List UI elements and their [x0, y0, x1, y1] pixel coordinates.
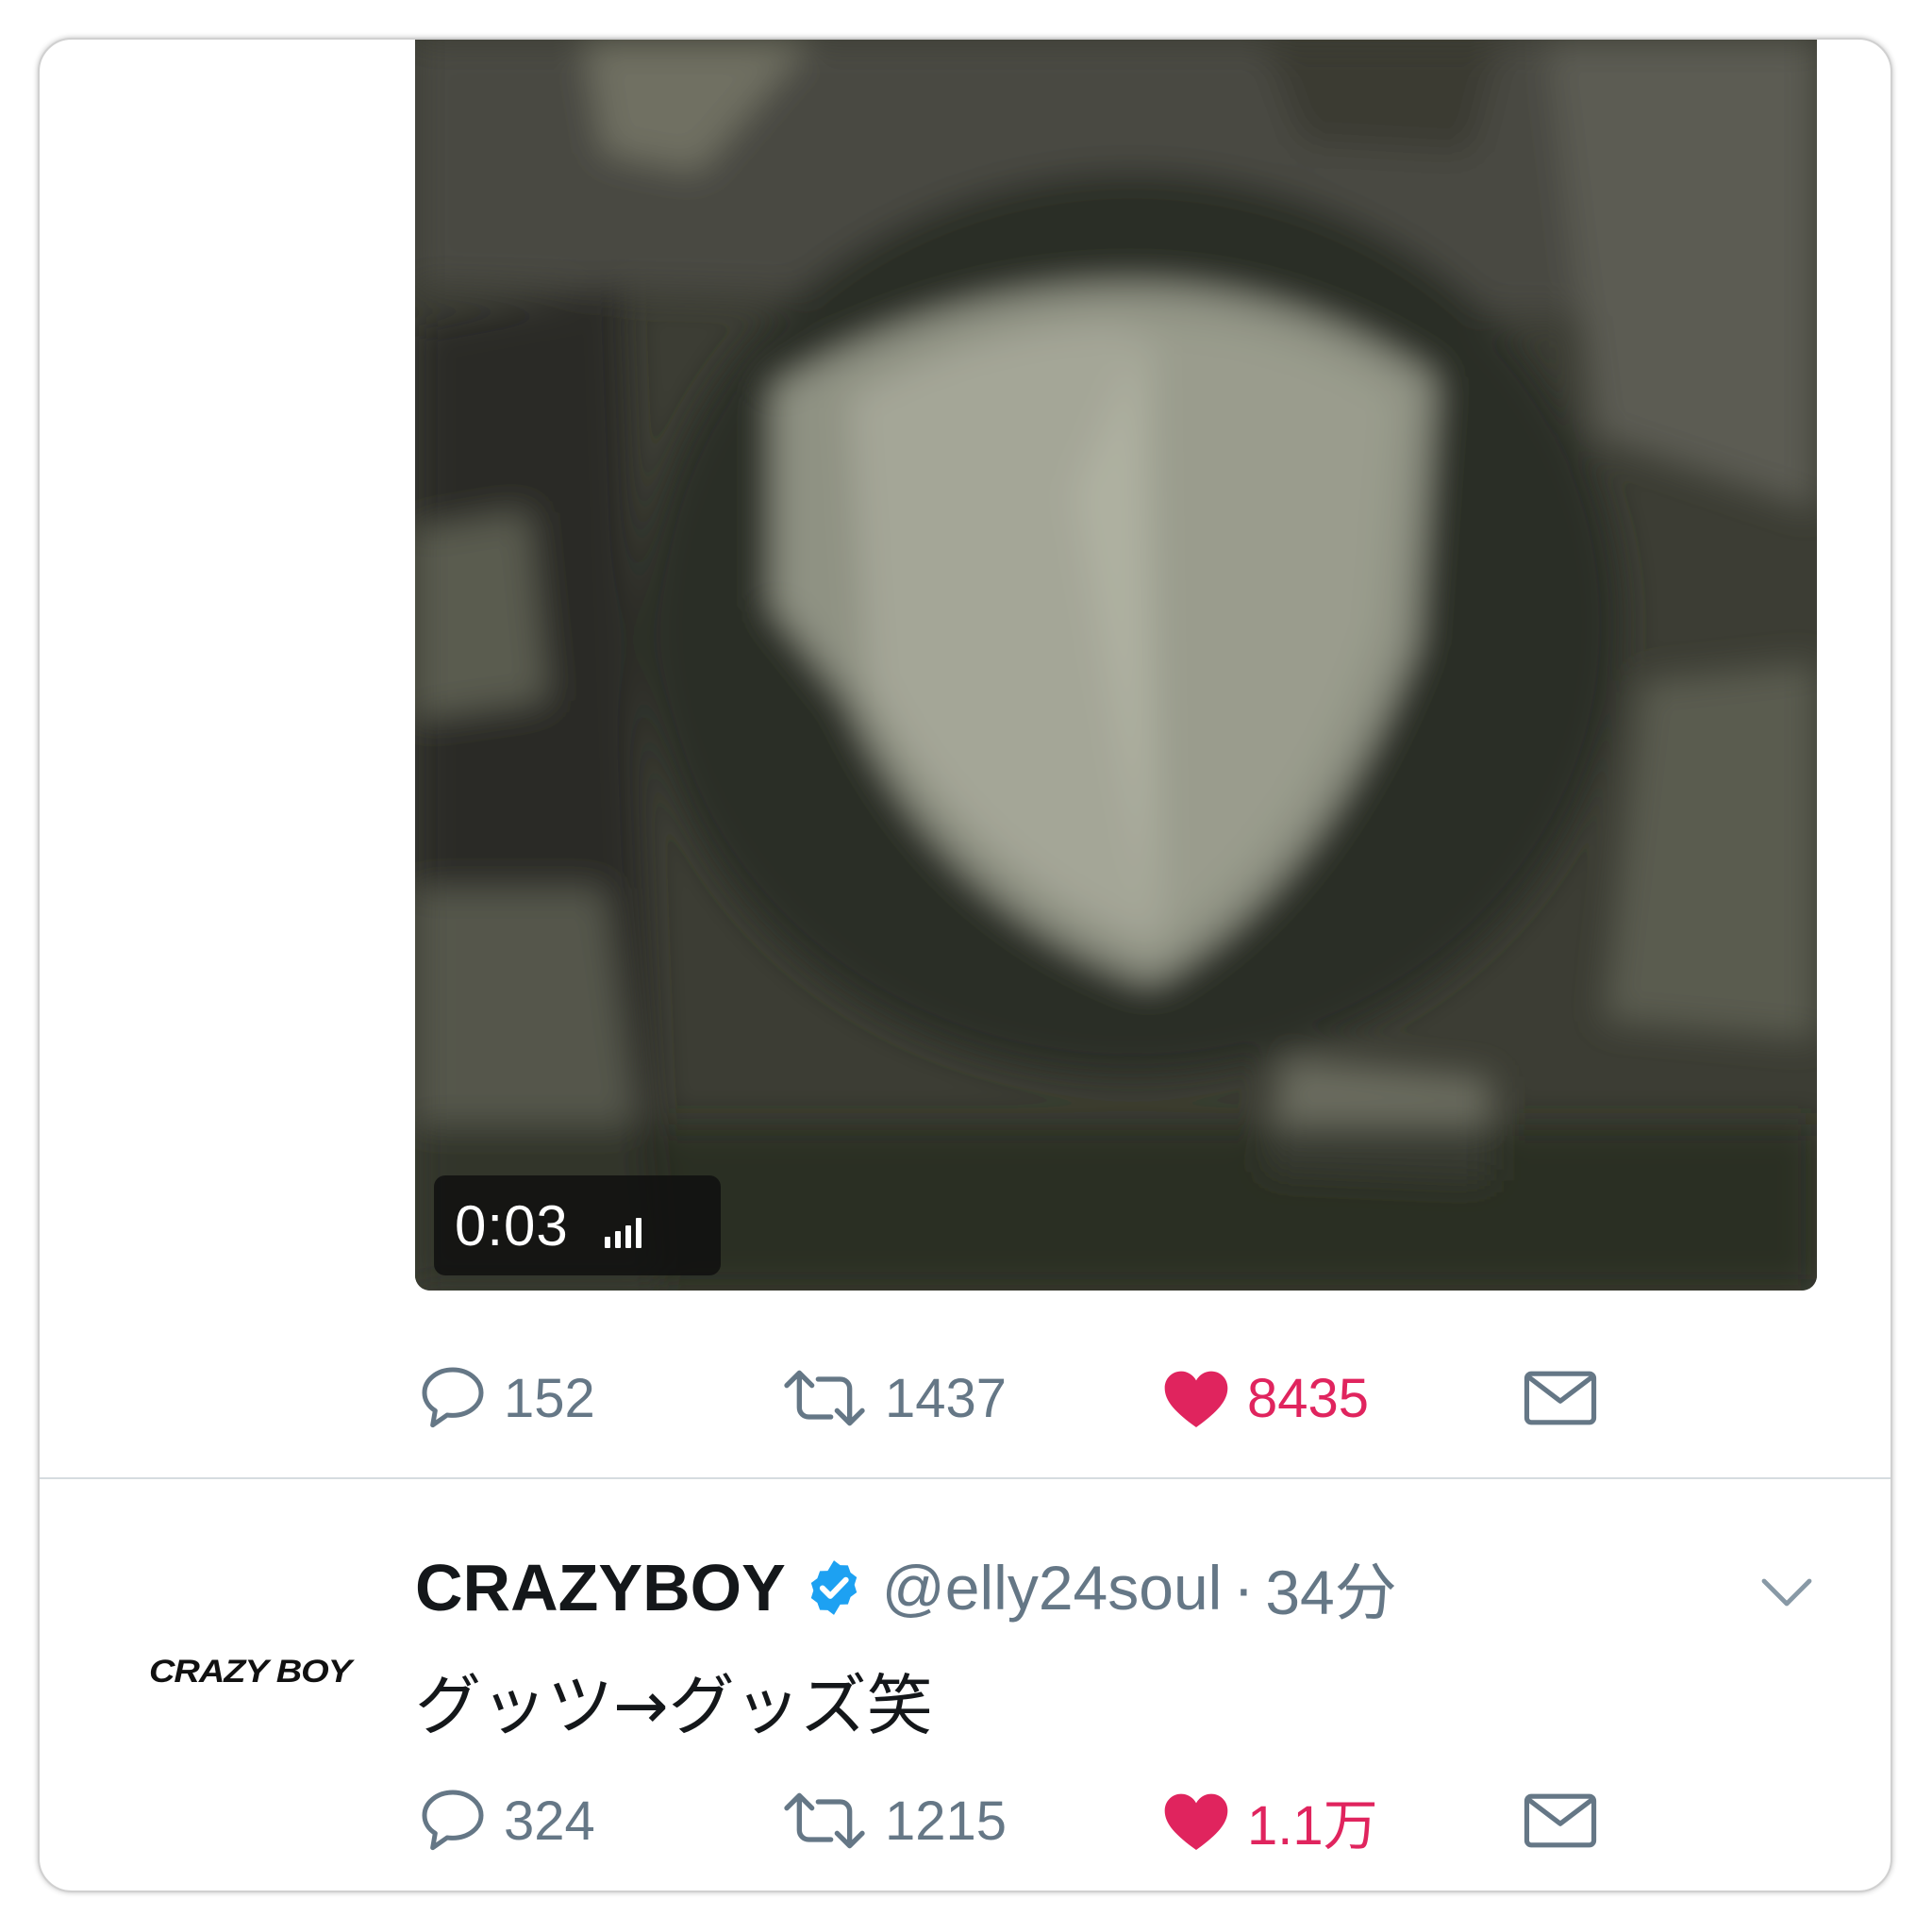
avatar[interactable]: CRAZY BOY	[123, 1643, 377, 1700]
like-count: 8435	[1247, 1367, 1370, 1429]
reply-count: 324	[504, 1790, 595, 1852]
retweet-button[interactable]: 1215	[777, 1778, 1007, 1863]
retweet-count: 1215	[885, 1790, 1008, 1852]
direct-message-button[interactable]	[1521, 1778, 1600, 1863]
heart-icon	[1164, 1371, 1228, 1427]
tweet-header: CRAZYBOY @elly24soul · 34分	[415, 1545, 1397, 1630]
reply-icon	[422, 1367, 484, 1428]
mail-icon	[1524, 1793, 1597, 1848]
tweet-divider	[40, 1477, 1890, 1479]
like-count: 1.1万	[1247, 1795, 1378, 1857]
tweet-timestamp[interactable]: 34分	[1265, 1542, 1396, 1633]
video-time: 0:03	[455, 1193, 569, 1257]
verified-badge-icon	[810, 1560, 857, 1615]
reply-count: 152	[504, 1367, 595, 1429]
retweet-button[interactable]: 1437	[777, 1356, 1007, 1441]
chevron-down-icon[interactable]	[1758, 1574, 1815, 1611]
timeline-card: 0:03 152 1437 8435 CRAZY BOY CRAZYBOY @e…	[38, 38, 1892, 1892]
reply-button[interactable]: 324	[415, 1778, 595, 1863]
mail-icon	[1524, 1371, 1597, 1425]
retweet-icon	[784, 1792, 865, 1849]
retweet-count: 1437	[885, 1367, 1008, 1429]
reply-button[interactable]: 152	[415, 1356, 595, 1441]
volume-bars-icon[interactable]	[604, 1216, 641, 1248]
tweet-video[interactable]: 0:03	[415, 40, 1817, 1291]
like-button[interactable]: 8435	[1158, 1356, 1369, 1441]
tweet-text: グッツ→グッズ笑	[415, 1667, 933, 1744]
video-frame	[415, 40, 1817, 1291]
like-button[interactable]: 1.1万	[1158, 1778, 1378, 1863]
video-duration-badge: 0:03	[434, 1175, 721, 1275]
user-handle[interactable]: @elly24soul	[882, 1552, 1223, 1624]
reply-icon	[422, 1790, 484, 1851]
avatar-logo: CRAZY BOY	[148, 1653, 352, 1690]
display-name[interactable]: CRAZYBOY	[415, 1550, 786, 1625]
retweet-icon	[784, 1370, 865, 1426]
direct-message-button[interactable]	[1521, 1356, 1600, 1441]
heart-icon	[1164, 1793, 1228, 1850]
header-separator: ·	[1233, 1553, 1255, 1623]
